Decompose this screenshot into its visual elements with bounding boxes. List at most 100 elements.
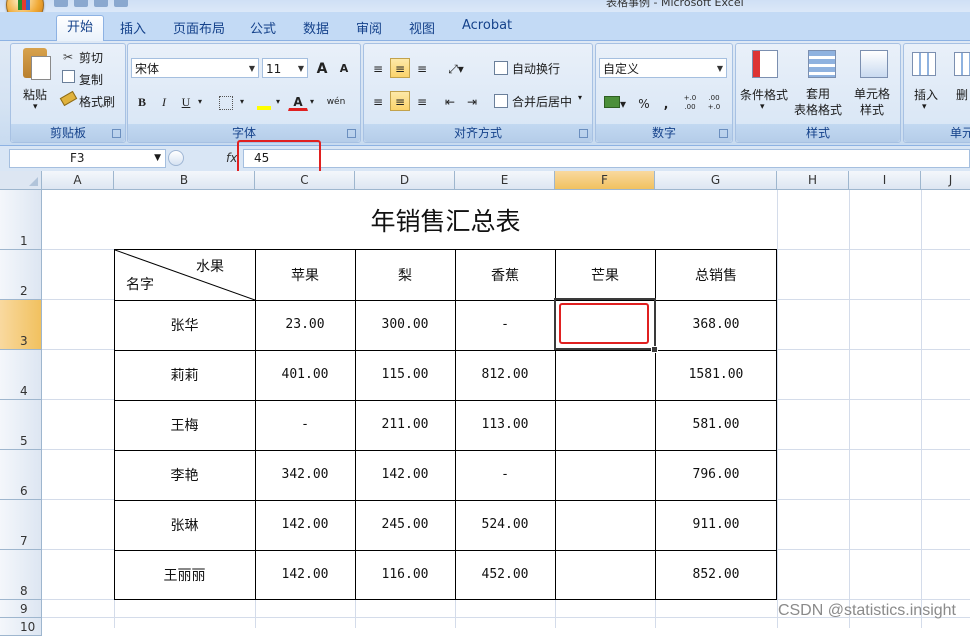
banana-cell[interactable]: - bbox=[455, 300, 555, 349]
font-color-button[interactable]: A bbox=[288, 91, 308, 111]
apple-cell[interactable]: - bbox=[255, 400, 355, 449]
fill-handle[interactable] bbox=[651, 346, 658, 353]
row-header-2[interactable]: 2 bbox=[0, 250, 42, 300]
name-cell[interactable]: 莉莉 bbox=[114, 350, 255, 399]
total-cell[interactable]: 1581.00 bbox=[655, 350, 777, 399]
save-icon[interactable] bbox=[54, 0, 68, 7]
tab-acrobat[interactable]: Acrobat bbox=[462, 18, 512, 33]
formula-input[interactable]: 45 bbox=[243, 149, 970, 168]
name-cell[interactable]: 张琳 bbox=[114, 500, 255, 549]
tab-home[interactable]: 开始 bbox=[56, 15, 105, 41]
name-cell[interactable]: 张华 bbox=[114, 300, 255, 349]
total-cell[interactable]: 581.00 bbox=[655, 400, 777, 449]
pear-cell[interactable]: 245.00 bbox=[355, 500, 455, 549]
banana-cell[interactable]: 524.00 bbox=[455, 500, 555, 549]
number-launcher-icon[interactable] bbox=[719, 129, 728, 138]
conditional-format-button[interactable]: 条件格式 bbox=[740, 86, 788, 103]
tab-view[interactable]: 视图 bbox=[409, 18, 435, 37]
row-header-3[interactable]: 3 bbox=[0, 300, 42, 350]
pear-cell[interactable]: 211.00 bbox=[355, 400, 455, 449]
shrink-font-button[interactable]: A bbox=[334, 58, 354, 78]
decrease-indent-icon[interactable]: ⇤ bbox=[440, 91, 460, 111]
office-button[interactable] bbox=[6, 0, 44, 12]
formula-cancel-icon[interactable] bbox=[168, 150, 184, 166]
fill-color-icon[interactable] bbox=[254, 91, 274, 111]
col-header-d[interactable]: D bbox=[355, 171, 455, 190]
select-all-button[interactable] bbox=[0, 171, 42, 190]
fill-dropdown-icon[interactable]: ▾ bbox=[272, 91, 284, 111]
cut-button[interactable]: 剪切 bbox=[79, 49, 103, 66]
apple-cell[interactable]: 342.00 bbox=[255, 450, 355, 499]
total-cell[interactable]: 852.00 bbox=[655, 550, 777, 599]
align-top-icon[interactable]: ≡ bbox=[368, 58, 388, 78]
font-color-dropdown-icon[interactable]: ▾ bbox=[306, 91, 318, 111]
mango-cell[interactable] bbox=[555, 500, 655, 549]
worksheet[interactable]: A B C D E F G H I J 1 2 3 4 5 6 7 8 9 10… bbox=[0, 171, 970, 636]
merge-dropdown-icon[interactable]: ▾ bbox=[578, 93, 582, 102]
apple-cell[interactable]: 401.00 bbox=[255, 350, 355, 399]
percent-button[interactable]: % bbox=[634, 93, 654, 113]
insert-dropdown-icon[interactable]: ▾ bbox=[922, 102, 927, 112]
col-header-j[interactable]: J bbox=[921, 171, 970, 190]
col-header-a[interactable]: A bbox=[42, 171, 114, 190]
phonetic-button[interactable]: wén bbox=[322, 91, 350, 111]
row-header-8[interactable]: 8 bbox=[0, 550, 42, 600]
format-as-table-button[interactable]: 套用 表格格式 bbox=[794, 86, 842, 118]
col-header-h[interactable]: H bbox=[777, 171, 849, 190]
row-header-10[interactable]: 10 bbox=[0, 618, 42, 636]
align-left-icon[interactable]: ≡ bbox=[368, 91, 388, 111]
font-family-select[interactable]: 宋体 ▼ bbox=[131, 58, 259, 78]
apple-cell[interactable]: 142.00 bbox=[255, 500, 355, 549]
name-box[interactable]: F3 ▼ bbox=[9, 149, 166, 168]
header-apple[interactable]: 苹果 bbox=[255, 250, 355, 299]
col-header-b[interactable]: B bbox=[114, 171, 255, 190]
decrease-decimal-button[interactable]: .00 +.0 bbox=[704, 93, 724, 113]
apple-cell[interactable]: 142.00 bbox=[255, 550, 355, 599]
border-icon[interactable] bbox=[216, 91, 236, 111]
tab-review[interactable]: 审阅 bbox=[356, 18, 382, 37]
mango-cell[interactable] bbox=[555, 350, 655, 399]
orientation-icon[interactable]: ⤢▾ bbox=[442, 58, 470, 78]
number-format-select[interactable]: 自定义 ▼ bbox=[599, 58, 727, 78]
align-middle-icon[interactable]: ≡ bbox=[390, 58, 410, 78]
name-cell[interactable]: 王丽丽 bbox=[114, 550, 255, 599]
font-size-select[interactable]: 11 ▼ bbox=[262, 58, 308, 78]
name-cell[interactable]: 王梅 bbox=[114, 400, 255, 449]
copy-button[interactable]: 复制 bbox=[79, 71, 103, 88]
name-cell[interactable]: 李艳 bbox=[114, 450, 255, 499]
align-right-icon[interactable]: ≡ bbox=[412, 91, 432, 111]
banana-cell[interactable]: 113.00 bbox=[455, 400, 555, 449]
mango-cell[interactable] bbox=[555, 400, 655, 449]
increase-decimal-button[interactable]: +.0 .00 bbox=[680, 93, 700, 113]
total-cell[interactable]: 368.00 bbox=[655, 300, 777, 349]
insert-cells-button[interactable]: 插入 bbox=[914, 86, 938, 103]
align-bottom-icon[interactable]: ≡ bbox=[412, 58, 432, 78]
row-header-5[interactable]: 5 bbox=[0, 400, 42, 450]
font-launcher-icon[interactable] bbox=[347, 129, 356, 138]
print-preview-icon[interactable] bbox=[114, 0, 128, 7]
banana-cell[interactable]: 812.00 bbox=[455, 350, 555, 399]
col-header-i[interactable]: I bbox=[849, 171, 921, 190]
banana-cell[interactable]: 452.00 bbox=[455, 550, 555, 599]
underline-dropdown-icon[interactable]: ▾ bbox=[194, 91, 206, 111]
italic-button[interactable]: I bbox=[154, 91, 174, 111]
row-header-4[interactable]: 4 bbox=[0, 350, 42, 400]
conditional-dropdown-icon[interactable]: ▾ bbox=[760, 102, 765, 112]
undo-icon[interactable] bbox=[74, 0, 88, 7]
increase-indent-icon[interactable]: ⇥ bbox=[462, 91, 482, 111]
sheet-title[interactable]: 年销售汇总表 bbox=[114, 190, 777, 250]
apple-cell[interactable]: 23.00 bbox=[255, 300, 355, 349]
header-total[interactable]: 总销售 bbox=[655, 250, 777, 299]
paste-button[interactable]: 粘贴 bbox=[23, 86, 47, 103]
underline-button[interactable]: U bbox=[176, 91, 196, 111]
format-painter-button[interactable]: 格式刷 bbox=[79, 93, 115, 110]
border-dropdown-icon[interactable]: ▾ bbox=[236, 91, 248, 111]
delete-cells-button[interactable]: 删 bbox=[956, 86, 968, 103]
col-header-e[interactable]: E bbox=[455, 171, 555, 190]
tab-data[interactable]: 数据 bbox=[303, 18, 329, 37]
tab-page-layout[interactable]: 页面布局 bbox=[173, 18, 225, 37]
tab-formulas[interactable]: 公式 bbox=[250, 18, 276, 37]
col-header-g[interactable]: G bbox=[655, 171, 777, 190]
wrap-text-button[interactable]: 自动换行 bbox=[512, 60, 560, 77]
row-header-6[interactable]: 6 bbox=[0, 450, 42, 500]
